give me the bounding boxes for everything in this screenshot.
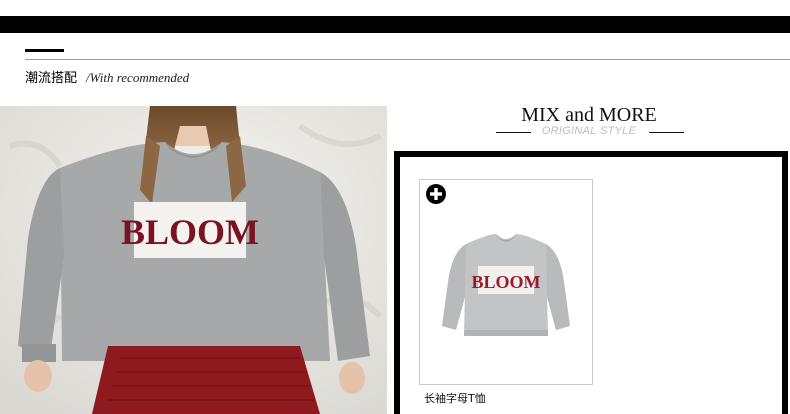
product-name[interactable]: 长袖字母T恤 (424, 390, 486, 406)
model-print-text: BLOOM (121, 212, 259, 252)
mix-subtitle: ORIGINAL STYLE (541, 125, 637, 137)
heading-divider (25, 59, 790, 60)
mix-subtitle-rule-right (649, 132, 684, 133)
model-photo[interactable]: BLOOM (0, 106, 387, 414)
section-title-en: /With recommended (86, 70, 190, 85)
mix-subtitle-rule-left (496, 132, 531, 133)
top-black-bar (0, 16, 790, 33)
plus-circle-icon[interactable] (426, 184, 446, 204)
section-heading: 潮流搭配 /With recommended (25, 67, 189, 87)
heading-accent-rule (25, 49, 64, 52)
section-title-cn: 潮流搭配 (25, 71, 78, 86)
product-image[interactable]: BLOOM (440, 222, 572, 346)
product-print-text: BLOOM (471, 272, 540, 292)
mix-title: MIX and MORE (521, 104, 657, 126)
